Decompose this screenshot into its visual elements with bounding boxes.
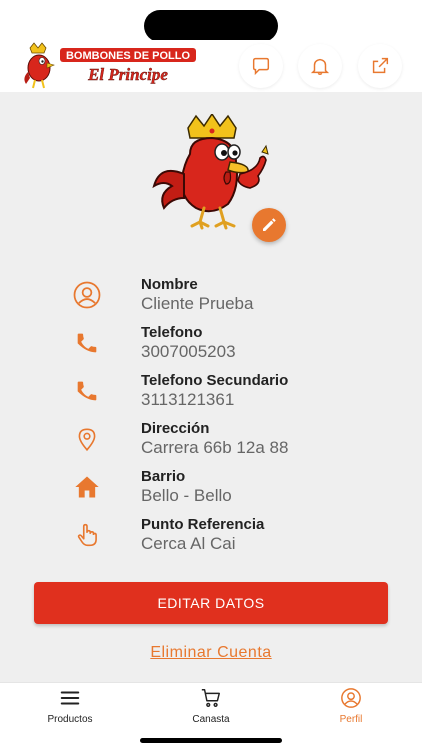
home-indicator (140, 738, 282, 743)
phone-icon (70, 374, 104, 408)
field-label: Punto Referencia (141, 516, 265, 533)
brand-line2: El Principe (87, 65, 168, 84)
chat-button[interactable] (239, 44, 283, 88)
nav-label: Perfil (339, 714, 363, 725)
field-value: Cerca Al Cai (141, 534, 236, 553)
field-label: Barrio (141, 468, 186, 485)
field-label: Nombre (141, 276, 198, 293)
field-telefono-secundario: Telefono Secundario 3113121361 (0, 368, 422, 416)
field-value: Bello - Bello (141, 486, 232, 505)
pencil-icon (263, 218, 276, 231)
field-label: Dirección (141, 420, 210, 437)
device-notch (144, 10, 278, 42)
chat-bubble-icon (252, 57, 270, 76)
share-button[interactable] (358, 44, 402, 88)
brand-line1: BOMBONES DE POLLO (66, 50, 191, 62)
profile-info-list: Nombre Cliente Prueba Telefono 300700520… (0, 272, 422, 560)
field-telefono: Telefono 3007005203 (0, 320, 422, 368)
nav-label: Canasta (192, 714, 230, 725)
home-icon (70, 470, 104, 504)
phone-icon (70, 326, 104, 360)
delete-account-link[interactable]: Eliminar Cuenta (0, 644, 422, 662)
pointing-hand-icon (70, 518, 104, 552)
map-pin-icon (70, 422, 104, 456)
edit-avatar-button[interactable] (252, 208, 286, 242)
field-punto-referencia: Punto Referencia Cerca Al Cai (0, 512, 422, 560)
menu-icon (60, 691, 80, 705)
field-value: 3007005203 (141, 342, 236, 361)
profile-screen: Nombre Cliente Prueba Telefono 300700520… (0, 92, 422, 682)
field-value: Cliente Prueba (141, 294, 254, 313)
user-circle-icon (341, 688, 361, 708)
logo-rooster-icon (24, 42, 55, 89)
field-label: Telefono Secundario (141, 372, 289, 389)
notifications-button[interactable] (298, 44, 342, 88)
edit-data-button[interactable]: EDITAR DATOS (34, 582, 388, 624)
field-label: Telefono (141, 324, 203, 341)
nav-label: Productos (47, 714, 93, 725)
cart-icon (201, 689, 220, 707)
share-external-icon (372, 57, 389, 74)
field-value: Carrera 66b 12a 88 (141, 438, 289, 457)
field-direccion: Dirección Carrera 66b 12a 88 (0, 416, 422, 464)
nav-productos[interactable]: Productos (20, 687, 120, 733)
nav-canasta[interactable]: Canasta (161, 687, 261, 733)
field-value: 3113121361 (141, 390, 235, 409)
field-nombre: Nombre Cliente Prueba (0, 272, 422, 320)
brand-logo: BOMBONES DE POLLO El Principe (24, 42, 196, 89)
nav-perfil[interactable]: Perfil (301, 687, 401, 733)
bell-icon (310, 58, 330, 75)
field-barrio: Barrio Bello - Bello (0, 464, 422, 512)
user-circle-icon (70, 278, 104, 312)
app-header: BOMBONES DE POLLO El Principe (0, 40, 422, 92)
